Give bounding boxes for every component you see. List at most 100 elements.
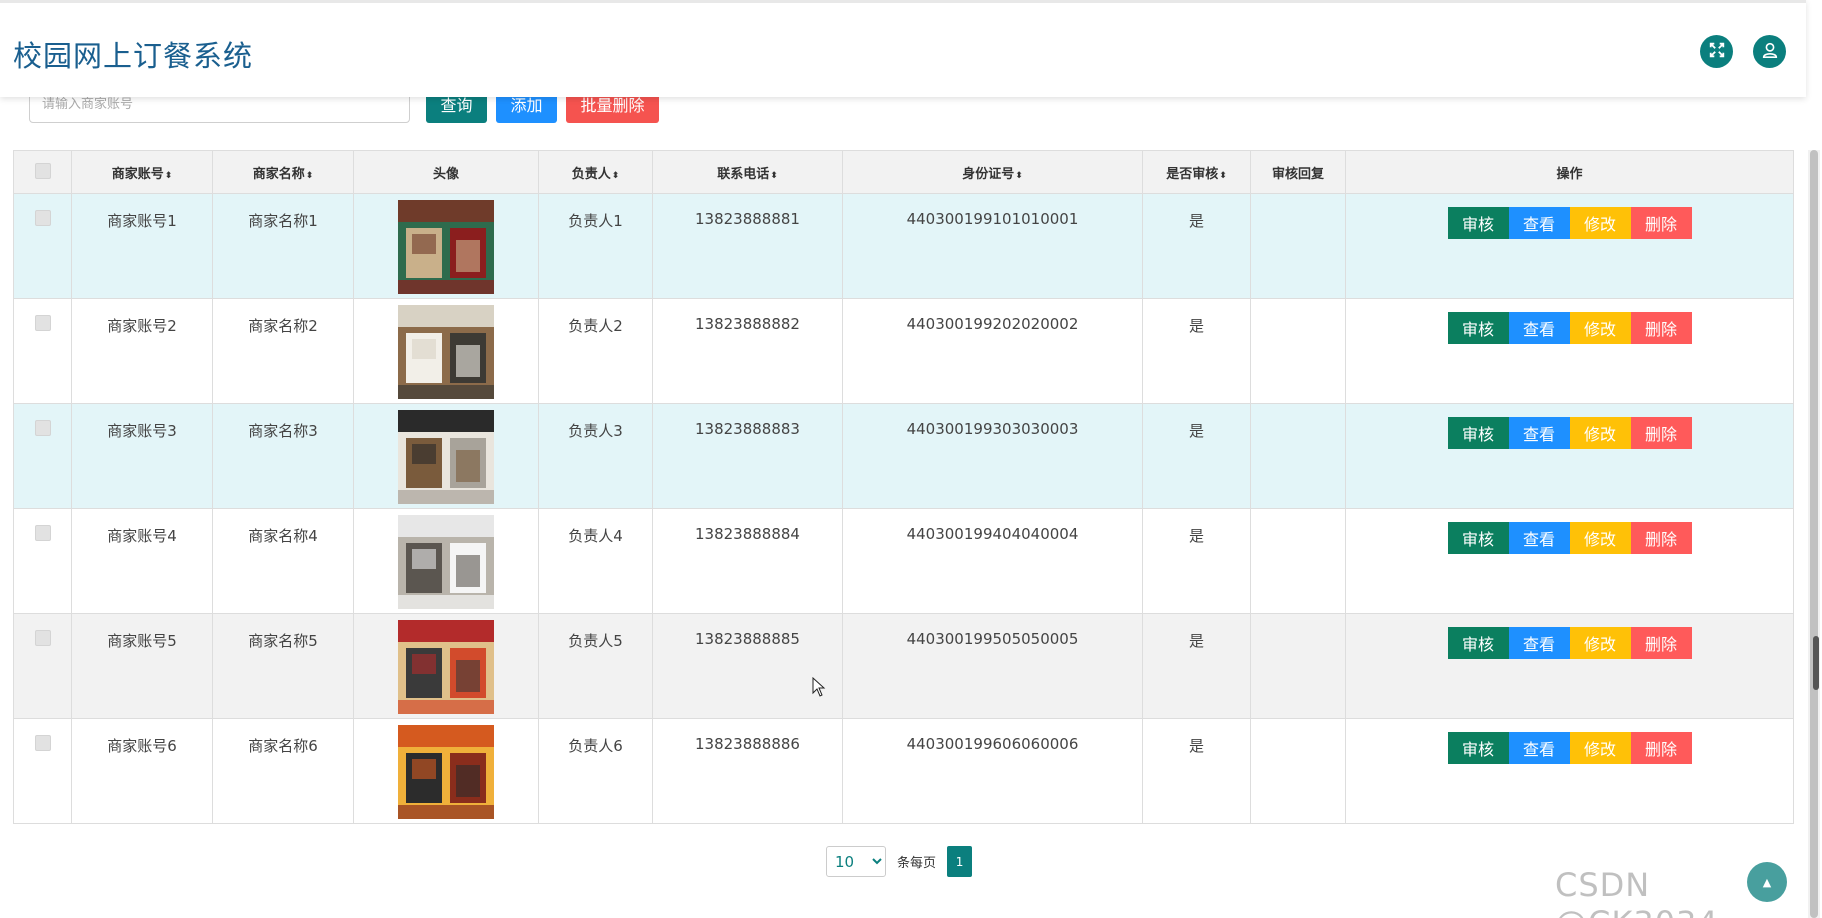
audit-button[interactable]: 审核	[1447, 627, 1509, 659]
header-id-card[interactable]: 身份证号⬍	[842, 150, 1143, 194]
audit-button[interactable]: 审核	[1447, 312, 1509, 344]
merchant-avatar-image[interactable]	[398, 620, 494, 714]
audit-button[interactable]: 审核	[1447, 732, 1509, 764]
row-actions: 审核 查看 修改 删除	[1447, 627, 1692, 659]
table-row[interactable]: 商家账号2 商家名称2 负责人2 13823888882 44030019920…	[13, 298, 1794, 404]
watermark-text: CSDN @CK3034	[1555, 866, 1718, 918]
view-button[interactable]: 查看	[1508, 627, 1570, 659]
cell-reply	[1250, 613, 1346, 719]
delete-button[interactable]: 删除	[1630, 417, 1692, 449]
edit-button[interactable]: 修改	[1569, 417, 1631, 449]
cell-avatar	[353, 718, 539, 824]
header-owner[interactable]: 负责人⬍	[538, 150, 653, 194]
row-actions: 审核 查看 修改 删除	[1447, 312, 1692, 344]
app-root: 查询 添加 批量删除 校园网上订餐系统	[0, 0, 1822, 918]
merchant-avatar-image[interactable]	[398, 410, 494, 504]
audit-button[interactable]: 审核	[1447, 522, 1509, 554]
header-phone[interactable]: 联系电话⬍	[652, 150, 843, 194]
delete-button[interactable]: 删除	[1630, 627, 1692, 659]
edit-button[interactable]: 修改	[1569, 522, 1631, 554]
delete-button[interactable]: 删除	[1630, 312, 1692, 344]
delete-button[interactable]: 删除	[1630, 732, 1692, 764]
row-checkbox[interactable]	[34, 630, 51, 646]
table-row[interactable]: 商家账号6 商家名称6 负责人6 13823888886 44030019960…	[13, 718, 1794, 824]
delete-button[interactable]: 删除	[1630, 522, 1692, 554]
row-actions: 审核 查看 修改 删除	[1447, 207, 1692, 239]
cell-account: 商家账号1	[71, 193, 213, 299]
cell-audited: 是	[1142, 298, 1251, 404]
select-all-checkbox[interactable]	[34, 163, 51, 179]
cell-select	[13, 718, 72, 824]
cell-actions: 审核 查看 修改 删除	[1345, 298, 1794, 404]
cell-select	[13, 298, 72, 404]
cell-name: 商家名称1	[212, 193, 354, 299]
mouse-cursor-icon	[812, 677, 826, 697]
view-button[interactable]: 查看	[1508, 417, 1570, 449]
cell-audited: 是	[1142, 613, 1251, 719]
row-checkbox[interactable]	[34, 735, 51, 751]
user-button[interactable]	[1753, 35, 1786, 68]
row-checkbox[interactable]	[34, 315, 51, 331]
delete-button[interactable]: 删除	[1630, 207, 1692, 239]
cell-owner: 负责人4	[538, 508, 653, 614]
top-header: 校园网上订餐系统	[0, 0, 1806, 97]
cell-select	[13, 193, 72, 299]
cell-id-card: 440300199101010001	[842, 193, 1143, 299]
cell-account: 商家账号4	[71, 508, 213, 614]
header-avatar: 头像	[353, 150, 539, 194]
merchant-avatar-image[interactable]	[398, 515, 494, 609]
header-reply-label: 审核回复	[1271, 166, 1324, 182]
fullscreen-button[interactable]	[1700, 35, 1733, 68]
cell-select	[13, 508, 72, 614]
page-size-select[interactable]: 10	[826, 846, 886, 877]
header-phone-label: 联系电话	[717, 166, 770, 182]
edit-button[interactable]: 修改	[1569, 207, 1631, 239]
view-button[interactable]: 查看	[1508, 207, 1570, 239]
sort-icon: ⬍	[164, 170, 173, 181]
table-row[interactable]: 商家账号5 商家名称5 负责人5 13823888885 44030019950…	[13, 613, 1794, 719]
header-select-all	[13, 150, 72, 194]
storefront-image-icon	[398, 305, 494, 399]
table-row[interactable]: 商家账号4 商家名称4 负责人4 13823888884 44030019940…	[13, 508, 1794, 614]
edit-button[interactable]: 修改	[1569, 627, 1631, 659]
table-row[interactable]: 商家账号3 商家名称3 负责人3 13823888883 44030019930…	[13, 403, 1794, 509]
header-account[interactable]: 商家账号⬍	[71, 150, 213, 194]
cell-audited: 是	[1142, 508, 1251, 614]
header-name[interactable]: 商家名称⬍	[212, 150, 354, 194]
cell-owner: 负责人1	[538, 193, 653, 299]
merchant-avatar-image[interactable]	[398, 725, 494, 819]
edit-button[interactable]: 修改	[1569, 312, 1631, 344]
cell-account: 商家账号3	[71, 403, 213, 509]
cell-id-card: 440300199404040004	[842, 508, 1143, 614]
cell-phone: 13823888885	[652, 613, 843, 719]
merchant-avatar-image[interactable]	[398, 305, 494, 399]
cell-avatar	[353, 403, 539, 509]
cell-select	[13, 613, 72, 719]
cell-reply	[1250, 508, 1346, 614]
row-checkbox[interactable]	[34, 525, 51, 541]
audit-button[interactable]: 审核	[1447, 207, 1509, 239]
row-actions: 审核 查看 修改 删除	[1447, 417, 1692, 449]
sort-icon: ⬍	[1219, 170, 1227, 181]
header-audited[interactable]: 是否审核⬍	[1142, 150, 1251, 194]
cell-reply	[1250, 193, 1346, 299]
view-button[interactable]: 查看	[1508, 522, 1570, 554]
expand-icon	[1708, 41, 1726, 63]
sort-icon: ⬍	[305, 170, 314, 181]
cell-owner: 负责人3	[538, 403, 653, 509]
cell-phone: 13823888884	[652, 508, 843, 614]
row-checkbox[interactable]	[34, 420, 51, 436]
storefront-image-icon	[398, 620, 494, 714]
header-account-label: 商家账号	[111, 166, 164, 182]
table-row[interactable]: 商家账号1 商家名称1 负责人1 13823888881 44030019910…	[13, 193, 1794, 299]
cell-avatar	[353, 613, 539, 719]
page-button-current[interactable]: 1	[947, 846, 973, 877]
scrollbar-thumb[interactable]	[1810, 150, 1818, 918]
page-scrollbar[interactable]	[1808, 150, 1820, 918]
view-button[interactable]: 查看	[1508, 312, 1570, 344]
row-checkbox[interactable]	[34, 210, 51, 226]
edit-button[interactable]: 修改	[1569, 732, 1631, 764]
audit-button[interactable]: 审核	[1447, 417, 1509, 449]
view-button[interactable]: 查看	[1508, 732, 1570, 764]
merchant-avatar-image[interactable]	[398, 200, 494, 294]
